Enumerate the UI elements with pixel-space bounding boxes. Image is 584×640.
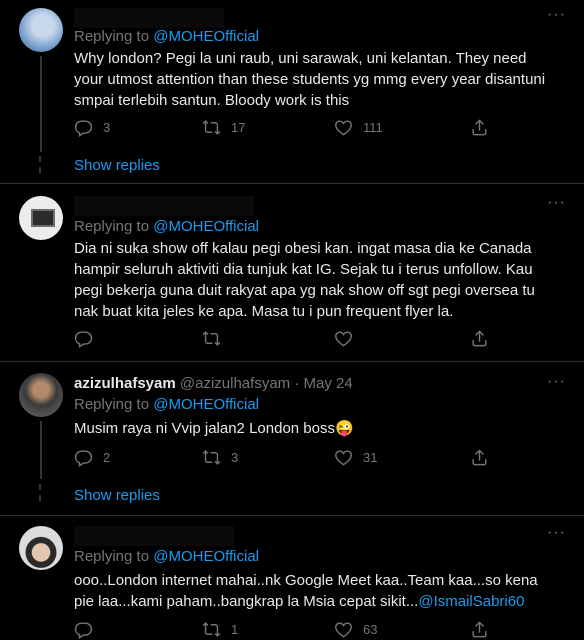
replying-to-label: Replying to (74, 28, 154, 45)
reply-button[interactable]: 3 (74, 118, 110, 137)
like-button[interactable]: 111 (334, 118, 383, 137)
avatar[interactable] (19, 373, 63, 417)
like-button[interactable]: 63 (334, 620, 377, 639)
more-replies-dots (39, 484, 42, 506)
tweet-author: azizulhafsyam @azizulhafsyam · May 24 (74, 375, 353, 392)
replying-to: Replying to @MOHEOfficial (74, 396, 259, 413)
more-options-icon[interactable]: ··· (547, 6, 566, 24)
avatar[interactable] (19, 196, 63, 240)
thread-line (40, 56, 42, 152)
handle-and-date[interactable]: @azizulhafsyam · May 24 (180, 375, 353, 392)
reply-icon (74, 329, 93, 348)
share-icon (470, 448, 489, 467)
share-button[interactable] (470, 118, 489, 137)
reply-icon (74, 448, 93, 467)
like-button[interactable]: 31 (334, 448, 377, 467)
retweet-button[interactable]: 1 (202, 620, 238, 639)
heart-icon (334, 448, 353, 467)
reply-button[interactable] (74, 329, 93, 348)
heart-icon (334, 118, 353, 137)
more-options-icon[interactable]: ··· (547, 194, 566, 212)
share-icon (470, 620, 489, 639)
redacted-username (74, 196, 254, 216)
retweet-button[interactable] (202, 329, 221, 348)
replying-to-label: Replying to (74, 218, 154, 235)
retweet-count: 1 (231, 622, 239, 637)
tweet-text: Why london? Pegi la uni raub, uni sarawa… (74, 50, 546, 109)
tweet-text: Musim raya ni Vvip jalan2 London boss😜 (74, 420, 354, 437)
redacted-username (74, 526, 234, 546)
replying-to: Replying to @MOHEOfficial (74, 548, 259, 565)
mention-link[interactable]: @IsmailSabri60 (418, 593, 524, 610)
reply-count: 2 (103, 450, 111, 465)
share-icon (470, 329, 489, 348)
divider (0, 361, 584, 362)
retweet-icon (202, 118, 221, 137)
replying-to-label: Replying to (74, 548, 154, 565)
retweet-icon (202, 620, 221, 639)
mention-link[interactable]: @MOHEOfficial (153, 396, 259, 413)
replying-to-label: Replying to (74, 396, 154, 413)
tweet-text: ooo..London internet mahai..nk Google Me… (74, 570, 544, 612)
thread-line (40, 421, 42, 479)
share-icon (470, 118, 489, 137)
divider (0, 183, 584, 184)
reply-button[interactable]: 2 (74, 448, 110, 467)
show-replies-link[interactable]: Show replies (74, 487, 160, 504)
heart-icon (334, 329, 353, 348)
mention-link[interactable]: @MOHEOfficial (153, 218, 259, 235)
tweet-text: Dia ni suka show off kalau pegi obesi ka… (74, 240, 535, 320)
retweet-count: 3 (231, 450, 239, 465)
reply-button[interactable] (74, 620, 93, 639)
mention-link[interactable]: @MOHEOfficial (153, 28, 259, 45)
like-count: 31 (363, 450, 378, 465)
replying-to: Replying to @MOHEOfficial (74, 28, 259, 45)
reply-icon (74, 620, 93, 639)
show-replies-link[interactable]: Show replies (74, 157, 160, 174)
mention-link[interactable]: @MOHEOfficial (153, 548, 259, 565)
share-button[interactable] (470, 620, 489, 639)
like-count: 111 (363, 120, 383, 135)
heart-icon (334, 620, 353, 639)
display-name[interactable]: azizulhafsyam (74, 375, 176, 392)
avatar[interactable] (19, 8, 63, 52)
retweet-count: 17 (231, 120, 246, 135)
redacted-username (74, 8, 224, 28)
more-options-icon[interactable]: ··· (547, 524, 566, 542)
more-replies-dots (39, 156, 42, 178)
share-button[interactable] (470, 448, 489, 467)
avatar[interactable] (19, 526, 63, 570)
reply-count: 3 (103, 120, 111, 135)
retweet-button[interactable]: 17 (202, 118, 245, 137)
retweet-icon (202, 329, 221, 348)
retweet-button[interactable]: 3 (202, 448, 238, 467)
retweet-icon (202, 448, 221, 467)
share-button[interactable] (470, 329, 489, 348)
like-button[interactable] (334, 329, 353, 348)
more-options-icon[interactable]: ··· (547, 373, 566, 391)
replying-to: Replying to @MOHEOfficial (74, 218, 259, 235)
reply-icon (74, 118, 93, 137)
like-count: 63 (363, 622, 378, 637)
divider (0, 515, 584, 516)
